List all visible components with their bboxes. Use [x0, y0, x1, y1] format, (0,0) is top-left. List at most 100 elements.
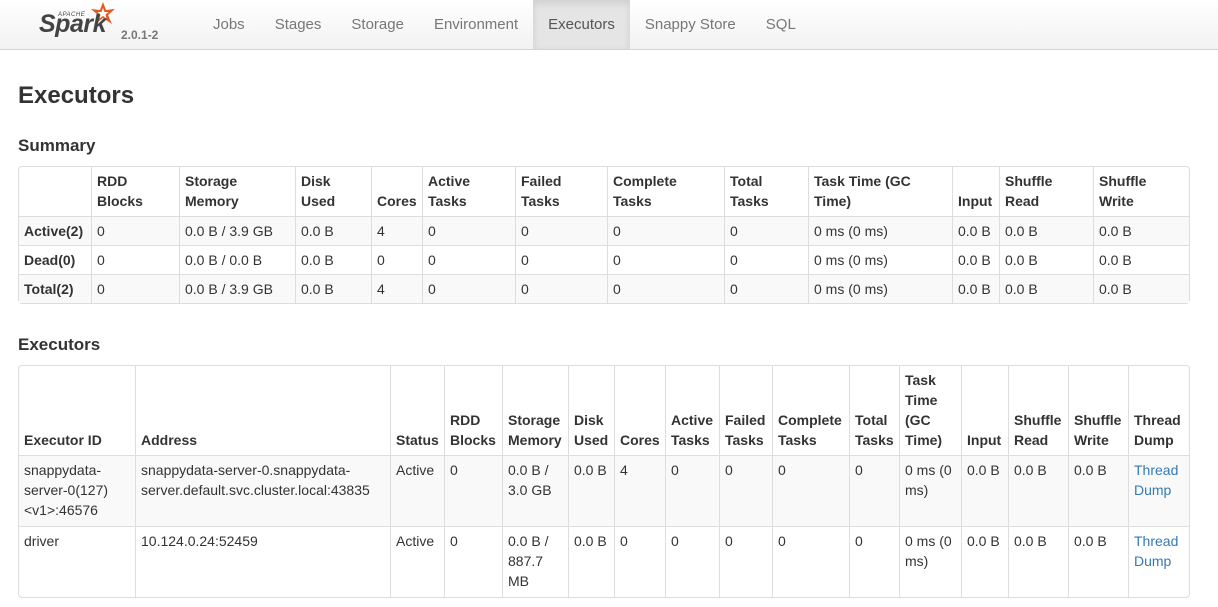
- summary-row: Active(2) 0 0.0 B / 3.9 GB 0.0 B400000 ms (…: [19, 216, 1189, 245]
- summary-cell: 0: [371, 245, 422, 274]
- summary-cell: 0.0 B: [1093, 216, 1189, 245]
- executors-header-storage-memory[interactable]: Storage Memory: [502, 366, 568, 455]
- summary-cell: 0.0 B: [1093, 274, 1189, 303]
- executors-header-row: Executor ID Address Status RDD Blocks Storag…: [19, 366, 1189, 455]
- executors-header-address[interactable]: Address: [135, 366, 390, 455]
- summary-cell: 0: [607, 274, 724, 303]
- executors-header-executor-id[interactable]: Executor ID: [19, 366, 135, 455]
- executors-header-rdd-blocks[interactable]: RDD Blocks: [444, 366, 502, 455]
- logo-spark-text: Spark: [39, 10, 106, 38]
- summary-header-disk-used[interactable]: Disk Used: [295, 167, 371, 216]
- summary-cell: 0.0 B: [295, 245, 371, 274]
- summary-cell: 0: [724, 274, 808, 303]
- executors-header-failed-tasks[interactable]: Failed Tasks: [719, 366, 772, 455]
- summary-cell: 0: [515, 216, 607, 245]
- executors-header-task-time-gc-time[interactable]: Task Time (GC Time): [899, 366, 961, 455]
- executor-cell: 4: [614, 455, 665, 526]
- executor-cell: Thread Dump: [1128, 526, 1189, 597]
- executors-header-total-tasks[interactable]: Total Tasks: [849, 366, 899, 455]
- summary-cell: 0 ms (0 ms): [808, 245, 952, 274]
- summary-body: Active(2) 0 0.0 B / 3.9 GB 0.0 B400000 ms (…: [19, 216, 1189, 303]
- executors-header-shuffle-read[interactable]: Shuffle Read: [1008, 366, 1068, 455]
- nav-tab-storage[interactable]: Storage: [336, 0, 419, 49]
- executor-cell: Active: [390, 526, 444, 597]
- executor-cell: 0 ms (0 ms): [899, 526, 961, 597]
- executor-cell: 0: [444, 455, 502, 526]
- nav-tab-snappy-store[interactable]: Snappy Store: [630, 0, 751, 49]
- summary-cell: 0: [724, 245, 808, 274]
- summary-cell: 0.0 B / 0.0 B: [179, 245, 295, 274]
- summary-cell: 0: [91, 274, 179, 303]
- executors-header-disk-used[interactable]: Disk Used: [568, 366, 614, 455]
- summary-cell: 0: [422, 245, 515, 274]
- summary-row-label: Active(2): [19, 216, 91, 245]
- summary-cell: 0: [607, 245, 724, 274]
- summary-header-input[interactable]: Input: [952, 167, 999, 216]
- executors-title: Executors: [18, 335, 101, 354]
- summary-cell: 0: [607, 216, 724, 245]
- thread-dump-link[interactable]: Thread Dump: [1134, 533, 1178, 569]
- executors-header-cores[interactable]: Cores: [614, 366, 665, 455]
- summary-cell: 0.0 B: [999, 245, 1093, 274]
- main-nav: Jobs Stages Storage Environment Executors Sna…: [198, 0, 811, 49]
- summary-cell: 0: [515, 245, 607, 274]
- summary-header-row: RDD Blocks Storage Memory Disk Used Cores Ac…: [19, 167, 1189, 216]
- summary-header-cores[interactable]: Cores: [371, 167, 422, 216]
- executor-cell: 0: [665, 526, 719, 597]
- summary-cell: 0 ms (0 ms): [808, 274, 952, 303]
- nav-tab-stages[interactable]: Stages: [260, 0, 337, 49]
- summary-cell: 0.0 B: [295, 216, 371, 245]
- summary-header-failed-tasks[interactable]: Failed Tasks: [515, 167, 607, 216]
- nav-tab-jobs[interactable]: Jobs: [198, 0, 260, 49]
- executor-row: snappydata-server-0(127)<v1>:46576 snappy…: [19, 455, 1189, 526]
- executor-cell: 0: [719, 526, 772, 597]
- summary-cell: 0: [422, 274, 515, 303]
- nav-tab-sql[interactable]: SQL: [751, 0, 811, 49]
- executor-cell: driver: [19, 526, 135, 597]
- summary-row: Dead(0) 0 0.0 B / 0.0 B 0.0 B000000 ms (0 m…: [19, 245, 1189, 274]
- executor-cell: 0.0 B: [568, 455, 614, 526]
- executor-cell: 0.0 B: [961, 455, 1008, 526]
- executors-header-complete-tasks[interactable]: Complete Tasks: [772, 366, 849, 455]
- spark-version: 2.0.1-2: [121, 28, 159, 42]
- summary-header-blank[interactable]: [19, 167, 91, 216]
- summary-cell: 0.0 B: [295, 274, 371, 303]
- executors-header-active-tasks[interactable]: Active Tasks: [665, 366, 719, 455]
- summary-cell: 0: [91, 216, 179, 245]
- summary-cell: 0: [724, 216, 808, 245]
- executor-cell: Active: [390, 455, 444, 526]
- executor-cell: 0.0 B / 887.7 MB: [502, 526, 568, 597]
- executor-cell: 0: [444, 526, 502, 597]
- summary-header-active-tasks[interactable]: Active Tasks: [422, 167, 515, 216]
- summary-cell: 0.0 B / 3.9 GB: [179, 274, 295, 303]
- thread-dump-link[interactable]: Thread Dump: [1134, 462, 1178, 498]
- executor-cell: 0.0 B: [1008, 455, 1068, 526]
- executors-header-thread-dump[interactable]: Thread Dump: [1128, 366, 1189, 455]
- summary-row: Total(2) 0 0.0 B / 3.9 GB 0.0 B400000 ms (0…: [19, 274, 1189, 303]
- executor-cell: snappydata-server-0(127)<v1>:46576: [19, 455, 135, 526]
- summary-header-storage-memory[interactable]: Storage Memory: [179, 167, 295, 216]
- nav-tab-executors[interactable]: Executors: [533, 0, 630, 49]
- executors-header-status[interactable]: Status: [390, 366, 444, 455]
- summary-cell: 0.0 B: [952, 274, 999, 303]
- nav-tab-environment[interactable]: Environment: [419, 0, 533, 49]
- executor-cell: 0.0 B / 3.0 GB: [502, 455, 568, 526]
- summary-cell: 0: [422, 216, 515, 245]
- executor-cell: 0.0 B: [568, 526, 614, 597]
- summary-cell: 0.0 B: [999, 216, 1093, 245]
- executors-body: snappydata-server-0(127)<v1>:46576 snappy…: [19, 455, 1189, 597]
- executors-table: Executor ID Address Status RDD Blocks Storag…: [18, 365, 1190, 598]
- summary-header-shuffle-write[interactable]: Shuffle Write: [1093, 167, 1189, 216]
- executors-header-shuffle-write[interactable]: Shuffle Write: [1068, 366, 1128, 455]
- summary-header-shuffle-read[interactable]: Shuffle Read: [999, 167, 1093, 216]
- summary-header-task-time-gc-time[interactable]: Task Time (GC Time): [808, 167, 952, 216]
- summary-header-total-tasks[interactable]: Total Tasks: [724, 167, 808, 216]
- executors-header-input[interactable]: Input: [961, 366, 1008, 455]
- spark-logo[interactable]: APACHE Spark 2.0.1-2: [0, 0, 190, 50]
- page-title: Executors: [18, 82, 135, 109]
- summary-header-rdd-blocks[interactable]: RDD Blocks: [91, 167, 179, 216]
- summary-header-complete-tasks[interactable]: Complete Tasks: [607, 167, 724, 216]
- executor-cell: 0.0 B: [961, 526, 1008, 597]
- executor-cell: snappydata-server-0.snappydata-server.de…: [135, 455, 390, 526]
- executor-cell: 0: [614, 526, 665, 597]
